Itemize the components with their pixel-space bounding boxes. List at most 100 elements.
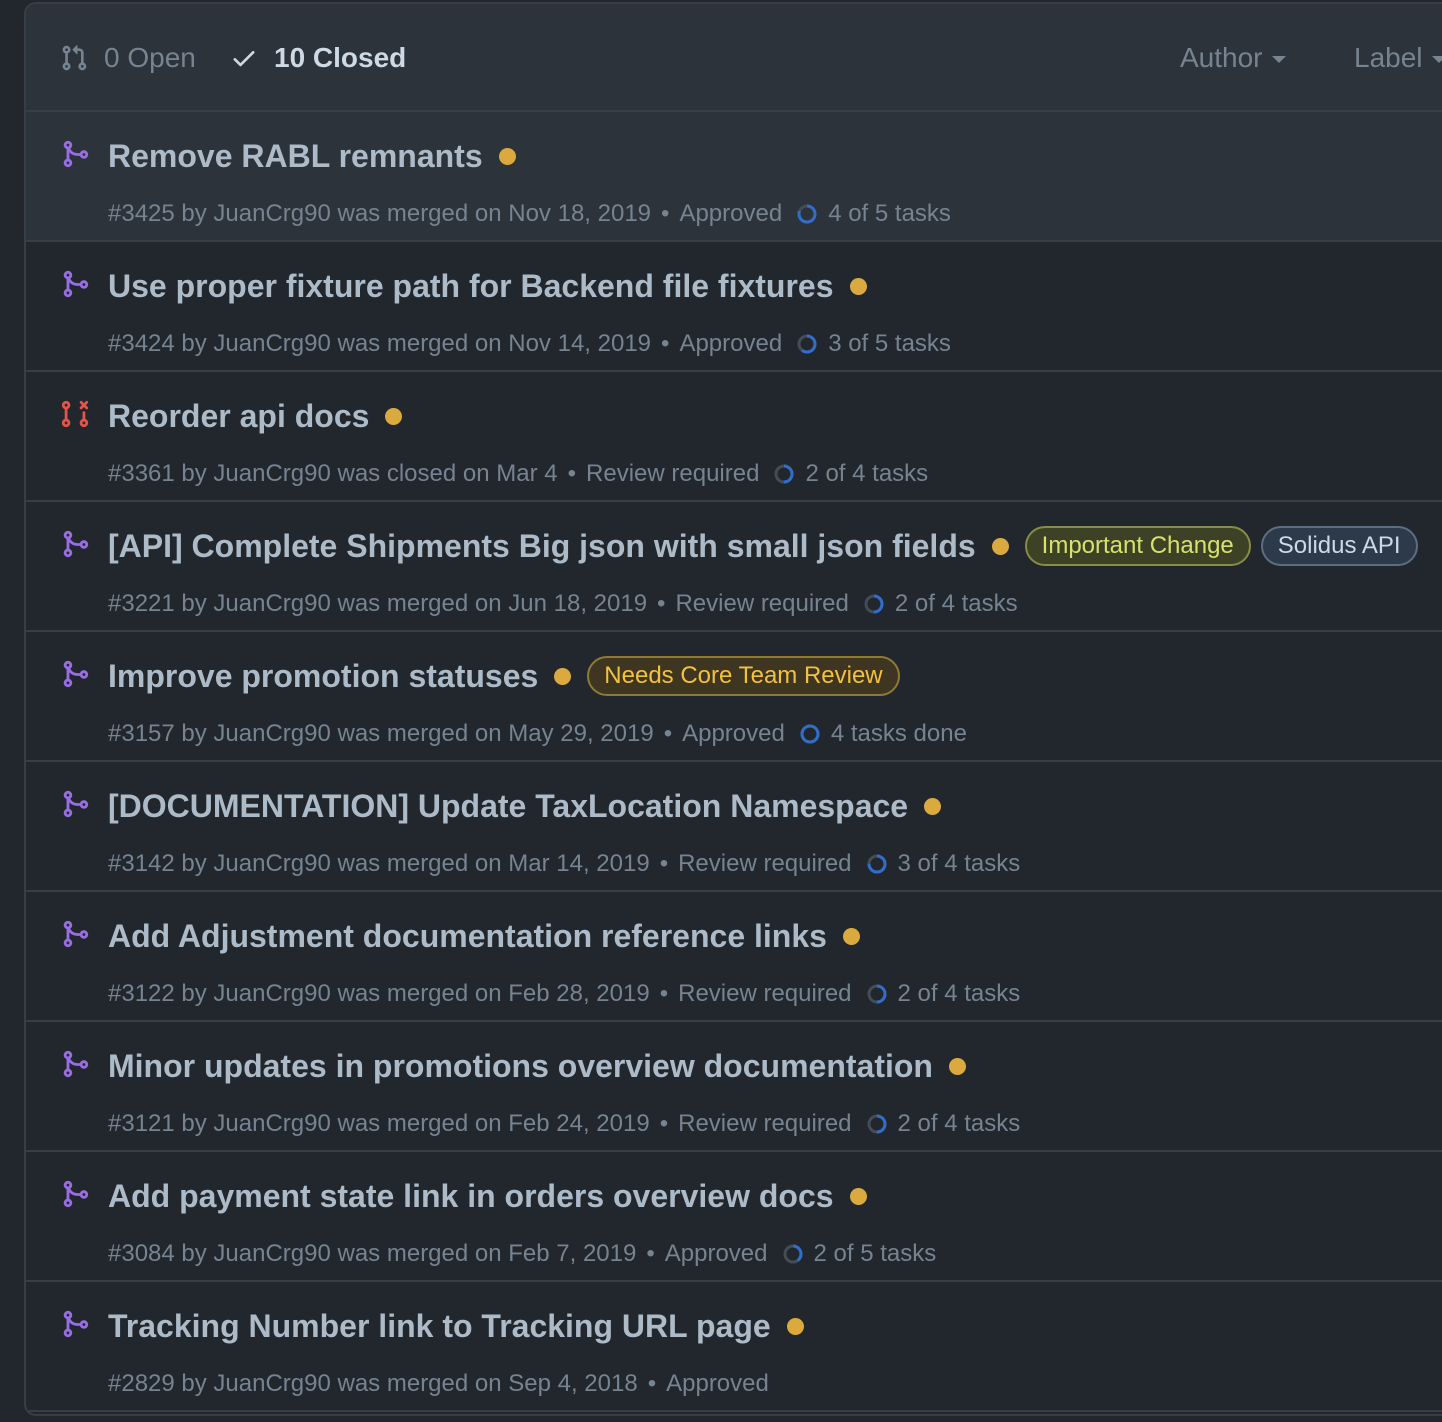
task-count[interactable]: 2 of 4 tasks — [898, 1110, 1021, 1138]
task-count[interactable]: 4 tasks done — [831, 720, 967, 748]
task-progress-icon — [782, 1243, 804, 1265]
pr-title-link[interactable]: [API] Complete Shipments Big json with s… — [108, 528, 976, 565]
separator-dot: • — [659, 1110, 669, 1137]
merged-pull-request-icon — [60, 136, 90, 172]
status-dot-icon[interactable] — [554, 667, 572, 685]
status-dot-icon[interactable] — [385, 407, 403, 425]
pull-request-row[interactable]: Minor updates in promotions overview doc… — [26, 1022, 1442, 1152]
status-dot-icon[interactable] — [948, 1057, 966, 1075]
pr-title-link[interactable]: Use proper fixture path for Backend file… — [108, 268, 834, 305]
pull-request-row[interactable]: [API] Complete Shipments Big json with s… — [26, 502, 1442, 632]
separator-dot: • — [661, 200, 670, 227]
pr-meta: #2829 by JuanCrg90 was merged on Sep 4, … — [108, 1370, 769, 1398]
pr-title-line: Tracking Number link to Tracking URL pag… — [108, 1306, 820, 1346]
author-filter-label: Author — [1180, 42, 1263, 73]
list-header: 0 Open 10 Closed Author Label — [26, 4, 1442, 112]
separator-dot: • — [659, 980, 669, 1007]
pull-request-row[interactable]: Add payment state link in orders overvie… — [26, 1152, 1442, 1282]
label-filter-dropdown[interactable]: Label — [1354, 42, 1442, 74]
pr-meta: #3424 by JuanCrg90 was merged on Nov 14,… — [108, 330, 951, 358]
separator-dot: • — [659, 850, 669, 877]
pr-meta-text: #3121 by JuanCrg90 was merged on Feb 24,… — [108, 1110, 650, 1137]
task-count[interactable]: 4 of 5 tasks — [828, 200, 951, 228]
status-dot-icon[interactable] — [842, 927, 860, 945]
review-status-link[interactable]: Review required — [678, 980, 851, 1008]
open-filter-tab[interactable]: 0 Open — [60, 42, 196, 74]
pull-request-icon — [62, 45, 87, 71]
pr-meta-text: #2829 by JuanCrg90 was merged on Sep 4, … — [108, 1370, 638, 1397]
pr-title-line: Minor updates in promotions overview doc… — [108, 1046, 982, 1086]
status-dot-icon[interactable] — [849, 1187, 867, 1205]
review-status-link[interactable]: Approved — [679, 330, 782, 358]
pr-meta-text: #3425 by JuanCrg90 was merged on Nov 18,… — [108, 200, 652, 227]
pull-request-row[interactable]: Remove RABL remnants #3425 by JuanCrg90 … — [26, 112, 1442, 242]
closed-pull-request-icon — [60, 396, 90, 432]
pull-request-row[interactable]: [DOCUMENTATION] Update TaxLocation Names… — [26, 762, 1442, 892]
pr-title-line: Improve promotion statuses Needs Core Te… — [108, 656, 910, 696]
pr-meta: #3361 by JuanCrg90 was closed on Mar 4 •… — [108, 460, 928, 488]
pr-title-link[interactable]: Reorder api docs — [108, 398, 369, 435]
pr-title-link[interactable]: Remove RABL remnants — [108, 138, 483, 175]
review-status-link[interactable]: Approved — [666, 1370, 769, 1398]
pr-meta-text: #3361 by JuanCrg90 was closed on Mar 4 — [108, 460, 558, 487]
pr-meta: #3157 by JuanCrg90 was merged on May 29,… — [108, 720, 967, 748]
review-status-link[interactable]: Review required — [675, 590, 848, 618]
review-status-link[interactable]: Approved — [665, 1240, 768, 1268]
pr-title-line: Reorder api docs — [108, 396, 418, 436]
review-status-link[interactable]: Review required — [586, 460, 759, 488]
review-status-link[interactable]: Review required — [678, 850, 851, 878]
pr-meta: #3122 by JuanCrg90 was merged on Feb 28,… — [108, 980, 1020, 1008]
task-count[interactable]: 2 of 4 tasks — [898, 980, 1021, 1008]
pr-label[interactable]: Solidus API — [1260, 526, 1418, 566]
task-progress-icon — [796, 203, 818, 225]
pr-meta-text: #3221 by JuanCrg90 was merged on Jun 18,… — [108, 590, 648, 617]
task-count[interactable]: 2 of 4 tasks — [895, 590, 1018, 618]
pull-request-row[interactable]: Add Adjustment documentation reference l… — [26, 892, 1442, 1022]
task-count[interactable]: 3 of 5 tasks — [828, 330, 951, 358]
chevron-down-icon — [1271, 56, 1286, 63]
pr-title-link[interactable]: Minor updates in promotions overview doc… — [108, 1048, 933, 1085]
status-dot-icon[interactable] — [786, 1317, 804, 1335]
task-progress-icon — [799, 723, 821, 745]
task-count[interactable]: 3 of 4 tasks — [898, 850, 1021, 878]
separator-dot: • — [567, 460, 577, 487]
pr-title-link[interactable]: Add payment state link in orders overvie… — [108, 1178, 834, 1215]
pr-label[interactable]: Needs Core Team Review — [587, 656, 900, 696]
pull-request-row[interactable]: Use proper fixture path for Backend file… — [26, 242, 1442, 372]
status-dot-icon[interactable] — [849, 277, 867, 295]
pr-title-link[interactable]: Tracking Number link to Tracking URL pag… — [108, 1308, 771, 1345]
status-dot-icon[interactable] — [991, 537, 1009, 555]
status-dot-icon[interactable] — [498, 147, 516, 165]
review-status-link[interactable]: Approved — [679, 200, 782, 228]
open-count-label: 0 Open — [104, 42, 196, 73]
review-status-link[interactable]: Review required — [678, 1110, 851, 1138]
closed-filter-tab[interactable]: 10 Closed — [230, 42, 406, 74]
task-count[interactable]: 2 of 5 tasks — [814, 1240, 937, 1268]
pr-meta: #3084 by JuanCrg90 was merged on Feb 7, … — [108, 1240, 936, 1268]
pull-request-row[interactable]: Improve promotion statuses Needs Core Te… — [26, 632, 1442, 762]
pr-title-line: Add Adjustment documentation reference l… — [108, 916, 876, 956]
separator-dot: • — [646, 1240, 655, 1267]
merged-pull-request-icon — [60, 786, 90, 822]
task-count[interactable]: 2 of 4 tasks — [805, 460, 928, 488]
merged-pull-request-icon — [60, 1176, 90, 1212]
pr-meta: #3121 by JuanCrg90 was merged on Feb 24,… — [108, 1110, 1020, 1138]
pull-request-row[interactable]: Reorder api docs #3361 by JuanCrg90 was … — [26, 372, 1442, 502]
check-icon — [233, 51, 255, 67]
closed-count-label: 10 Closed — [274, 42, 407, 73]
pr-meta: #3142 by JuanCrg90 was merged on Mar 14,… — [108, 850, 1020, 878]
review-status-link[interactable]: Approved — [682, 720, 785, 748]
pull-request-row[interactable]: Tracking Number link to Tracking URL pag… — [26, 1282, 1442, 1412]
author-filter-dropdown[interactable]: Author — [1180, 42, 1286, 74]
merged-pull-request-icon — [60, 526, 90, 562]
task-progress-icon — [863, 593, 885, 615]
status-dot-icon[interactable] — [924, 797, 942, 815]
pr-meta-text: #3424 by JuanCrg90 was merged on Nov 14,… — [108, 330, 652, 357]
pr-meta: #3425 by JuanCrg90 was merged on Nov 18,… — [108, 200, 951, 228]
label-filter-label: Label — [1354, 42, 1423, 73]
pr-title-link[interactable]: [DOCUMENTATION] Update TaxLocation Names… — [108, 788, 908, 825]
pr-title-link[interactable]: Add Adjustment documentation reference l… — [108, 918, 827, 955]
pr-title-link[interactable]: Improve promotion statuses — [108, 658, 538, 695]
chevron-down-icon — [1431, 56, 1442, 63]
pr-label[interactable]: Important Change — [1024, 526, 1251, 566]
